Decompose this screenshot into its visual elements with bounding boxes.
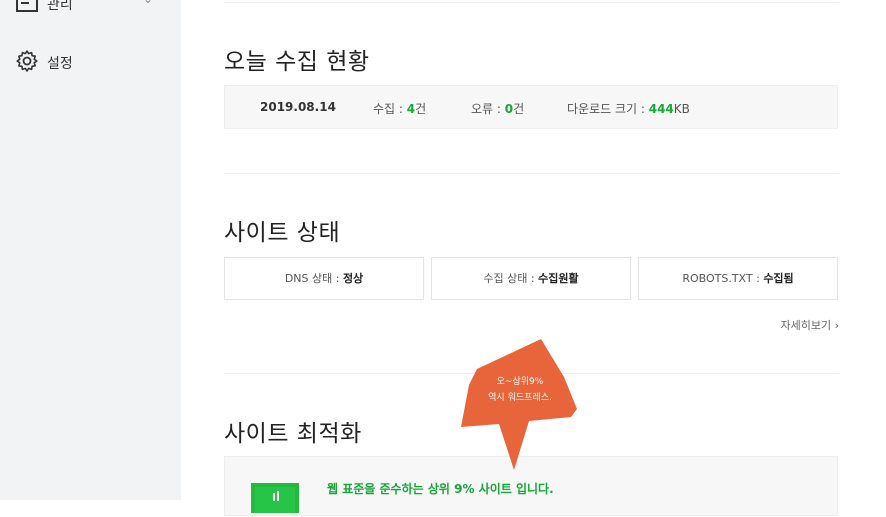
section-title-site-status: 사이트 상태 xyxy=(224,220,341,246)
gear-icon xyxy=(15,49,39,77)
status-box-dns: DNS 상태 : 정상 xyxy=(224,257,424,300)
status-box-robots: ROBOTS.TXT : 수집됨 xyxy=(638,257,838,300)
status-box-collect: 수집 상태 : 수집원활 xyxy=(431,257,631,300)
sidebar: 관리 ⌄ 설정 xyxy=(0,0,181,500)
error-count: 오류 : 0건 xyxy=(471,102,525,116)
section-title-today: 오늘 수집 현황 xyxy=(224,49,370,75)
divider xyxy=(224,173,839,174)
chart-icon xyxy=(251,483,299,513)
sidebar-item-manage[interactable]: 관리 xyxy=(15,0,73,17)
speech-bubble xyxy=(461,339,577,470)
sidebar-item-label: 설정 xyxy=(47,56,73,72)
optimization-message: 웹 표준을 준수하는 상위 9% 사이트 입니다. xyxy=(327,482,554,496)
chevron-down-icon[interactable]: ⌄ xyxy=(143,0,153,6)
sidebar-item-settings[interactable]: 설정 xyxy=(15,49,73,77)
sidebar-item-label: 관리 xyxy=(47,0,73,13)
folder-icon xyxy=(15,0,39,17)
section-title-optimization: 사이트 최적화 xyxy=(224,421,362,447)
details-link[interactable]: 자세히보기 › xyxy=(780,317,839,333)
stats-date: 2019.08.14 xyxy=(260,100,336,114)
divider xyxy=(224,2,839,3)
speech-bubble-text: 오~상위9% 역시 워드프레스. xyxy=(488,377,552,403)
collect-count: 수집 : 4건 xyxy=(373,102,427,116)
download-size: 다운로드 크기 : 444KB xyxy=(567,102,690,116)
today-stats-bar: 2019.08.14 수집 : 4건 오류 : 0건 다운로드 크기 : 444… xyxy=(224,85,838,129)
chevron-right-icon: › xyxy=(834,319,839,332)
